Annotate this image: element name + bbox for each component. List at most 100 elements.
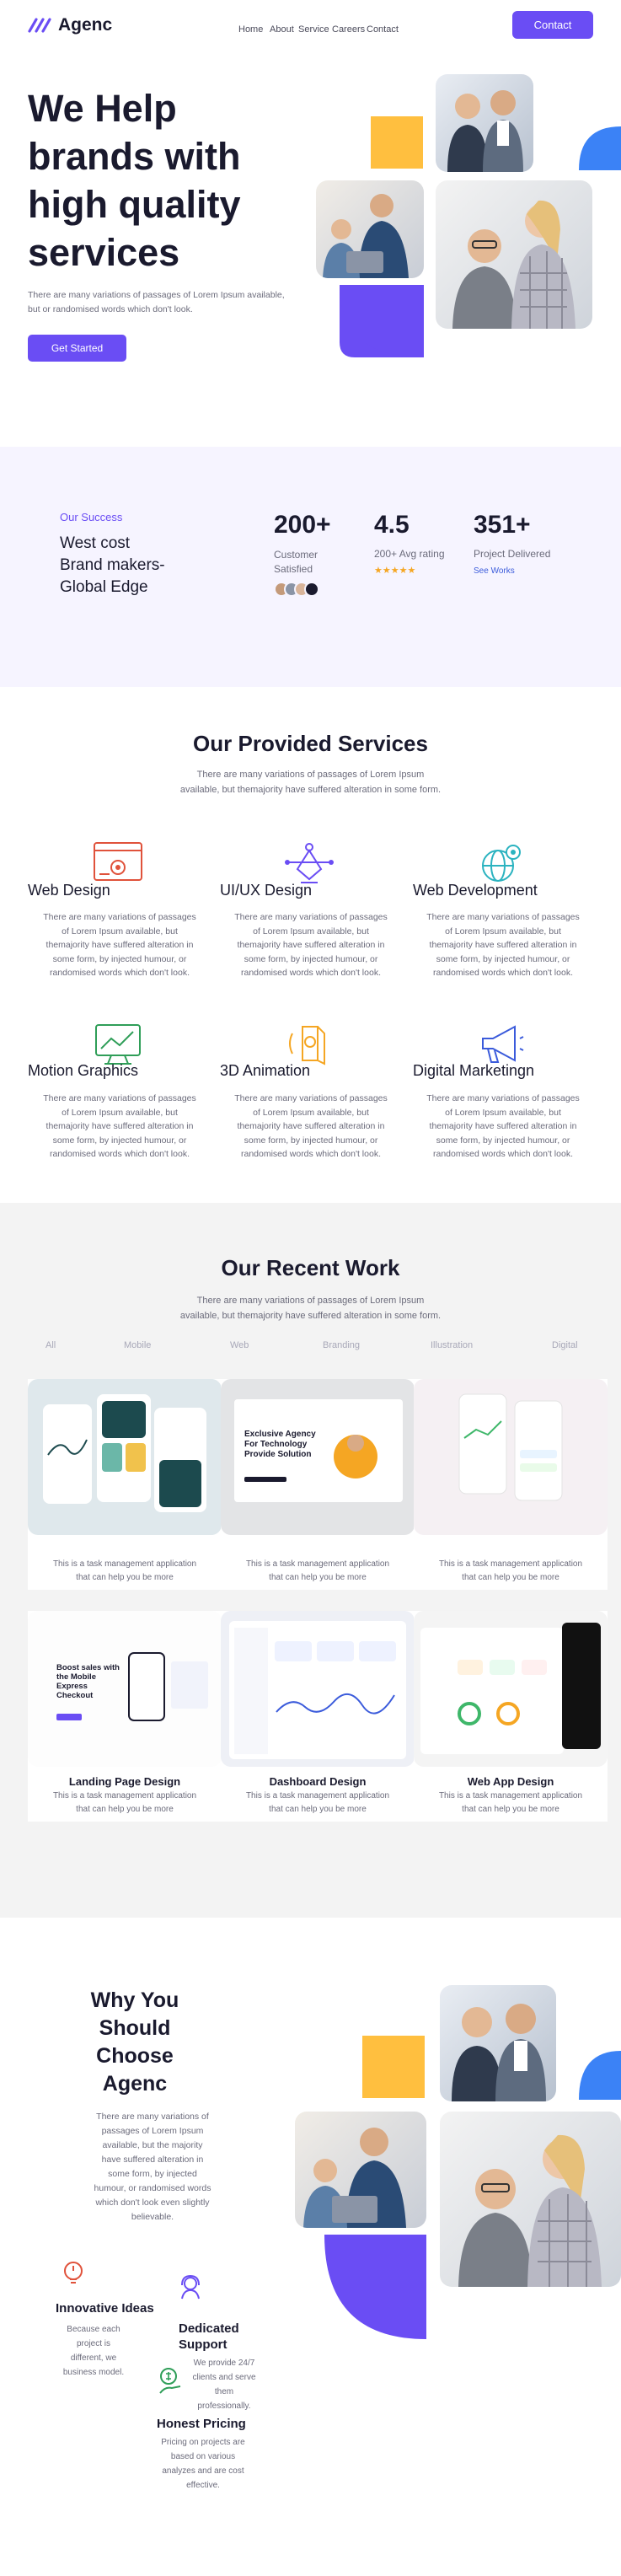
feature-title: Dedicated Support [179, 2321, 239, 2352]
service-title: Web Development [413, 882, 538, 899]
work-card-desc: This is a task management application th… [438, 1791, 583, 1814]
feature-desc: We provide 24/7 clients and serve them p… [192, 2359, 256, 2411]
work-card-title: Landing Page Design [68, 1775, 181, 1788]
feature-title: Innovative Ideas [56, 2301, 154, 2316]
work-card-desc: This is a task management application th… [245, 1791, 390, 1814]
services-title: Our Provided Services [193, 731, 428, 756]
blue-quarter-shape [579, 2051, 621, 2100]
yellow-square-shape [371, 116, 423, 169]
laptop-meeting-image [323, 194, 409, 278]
services-subtitle: There are many variations of passages of… [179, 770, 442, 795]
nav-about[interactable]: About [270, 24, 294, 35]
success-title-line: West cost [60, 534, 131, 552]
filter-illustration[interactable]: Illustration [431, 1340, 473, 1350]
rating-stars: ★★★★★ [374, 565, 475, 576]
monitor-chart-icon [95, 1024, 141, 1065]
work-title: Our Recent Work [221, 1255, 400, 1280]
feature-title: Honest Pricing [157, 2417, 246, 2431]
service-title: Web Design [28, 882, 110, 899]
work-card[interactable]: Web App Design This is a task management… [414, 1611, 608, 1822]
work-card[interactable]: This is a task management application th… [28, 1379, 222, 1590]
work-card-title: Web App Design [467, 1775, 554, 1788]
smiling-people-image [452, 200, 575, 329]
service-title: 3D Animation [220, 1062, 311, 1079]
hero-title-line: brands with [28, 135, 241, 178]
globe-gear-icon [482, 845, 521, 882]
filter-all[interactable]: All [46, 1340, 56, 1350]
logo-mark-icon [28, 18, 51, 33]
nav-home[interactable]: Home [238, 24, 263, 35]
logo-text: Agenc [58, 15, 113, 35]
work-card[interactable]: Boost sales with the Mobile Express Chec… [28, 1611, 222, 1822]
services-section: Our Provided Services There are many var… [0, 687, 621, 1203]
blue-quarter-shape [579, 126, 621, 170]
stat-label: Customer Satisfied [274, 549, 319, 575]
stat-value: 200+ [274, 511, 331, 539]
mobile-app-mockup-image [43, 1394, 206, 1512]
filter-branding[interactable]: Branding [323, 1340, 360, 1350]
hero-title-line: services [28, 231, 180, 274]
work-card[interactable]: Dashboard Design This is a task manageme… [221, 1611, 415, 1822]
why-title-line: Choose [96, 2044, 174, 2068]
star-icon: ★ [382, 566, 391, 576]
purple-quarter-shape [324, 2235, 426, 2339]
see-works-link[interactable]: See Works [474, 566, 575, 576]
service-desc: There are many variations of passages of… [43, 1093, 196, 1159]
filter-web[interactable]: Web [230, 1340, 249, 1350]
star-icon: ★ [374, 566, 383, 576]
get-started-button[interactable]: Get Started [28, 335, 126, 362]
team-photo-3 [440, 2112, 621, 2287]
two-men-image [447, 90, 523, 172]
why-title-line: Agenc [102, 2072, 168, 2096]
stat-label: Project Delivered [474, 548, 551, 560]
work-card-desc: This is a task management application th… [52, 1791, 197, 1814]
purple-quarter-shape [340, 285, 424, 357]
dashboard-mockup-image [229, 1621, 406, 1759]
team-photo-3 [436, 180, 592, 329]
stat-value: 351+ [474, 511, 531, 539]
star-icon: ★ [407, 566, 416, 576]
stat-label: 200+ Avg rating [374, 548, 445, 560]
finance-app-mockup-image [458, 1393, 563, 1501]
filter-mobile[interactable]: Mobile [124, 1340, 151, 1350]
star-icon: ★ [390, 566, 399, 576]
support-agent-icon [181, 2274, 200, 2300]
work-card[interactable]: Exclusive Agency For Technology Provide … [221, 1379, 415, 1590]
stat-rating: 4.5 200+ Avg rating ★★★★★ [374, 511, 475, 576]
service-desc: There are many variations of passages of… [234, 912, 388, 978]
hero-title-line: high quality [28, 183, 241, 226]
hero-collage [316, 74, 621, 378]
feature-desc: Pricing on projects are based on various… [161, 2438, 245, 2490]
work-card[interactable]: This is a task management application th… [414, 1379, 608, 1590]
service-desc: There are many variations of passages of… [43, 912, 196, 978]
nav-careers[interactable]: Careers [332, 24, 365, 35]
site-header: Agenc Home About Service Careers Contact… [0, 0, 621, 54]
work-subtitle: There are many variations of passages of… [179, 1296, 442, 1321]
success-section: Our Success West cost Brand makers- Glob… [0, 447, 621, 687]
pen-tool-icon [285, 843, 334, 883]
success-title-line: Global Edge [60, 578, 148, 596]
filter-digital[interactable]: Digital [552, 1340, 578, 1350]
contact-button[interactable]: Contact [512, 11, 593, 39]
nav-contact[interactable]: Contact [367, 24, 399, 35]
web-design-icon [94, 842, 142, 881]
nav-service[interactable]: Service [298, 24, 329, 35]
work-thumbnail [221, 1611, 415, 1767]
cube-icon [289, 1026, 325, 1065]
stat-projects: 351+ Project Delivered See Works [474, 511, 575, 576]
team-photo-1 [440, 1985, 556, 2101]
money-icon [159, 2368, 181, 2394]
work-card-desc: This is a task management application th… [245, 1559, 390, 1582]
hero-description: There are many variations of passages of… [28, 290, 285, 314]
why-title-line: Should [99, 2016, 171, 2040]
work-card-title: Dashboard Design [269, 1775, 367, 1788]
hero-title-line: We Help [28, 87, 177, 130]
service-desc: There are many variations of passages of… [426, 1093, 580, 1159]
why-description: There are many variations of passages of… [94, 2112, 211, 2222]
hero-section: We Help brands with high quality service… [0, 54, 621, 450]
logo[interactable]: Agenc [28, 15, 112, 35]
stat-customers: 200+ Customer Satisfied [274, 511, 367, 597]
why-collage [295, 1985, 621, 2339]
smiling-people-image [458, 2134, 602, 2287]
success-title: West cost Brand makers- Global Edge [60, 533, 165, 598]
